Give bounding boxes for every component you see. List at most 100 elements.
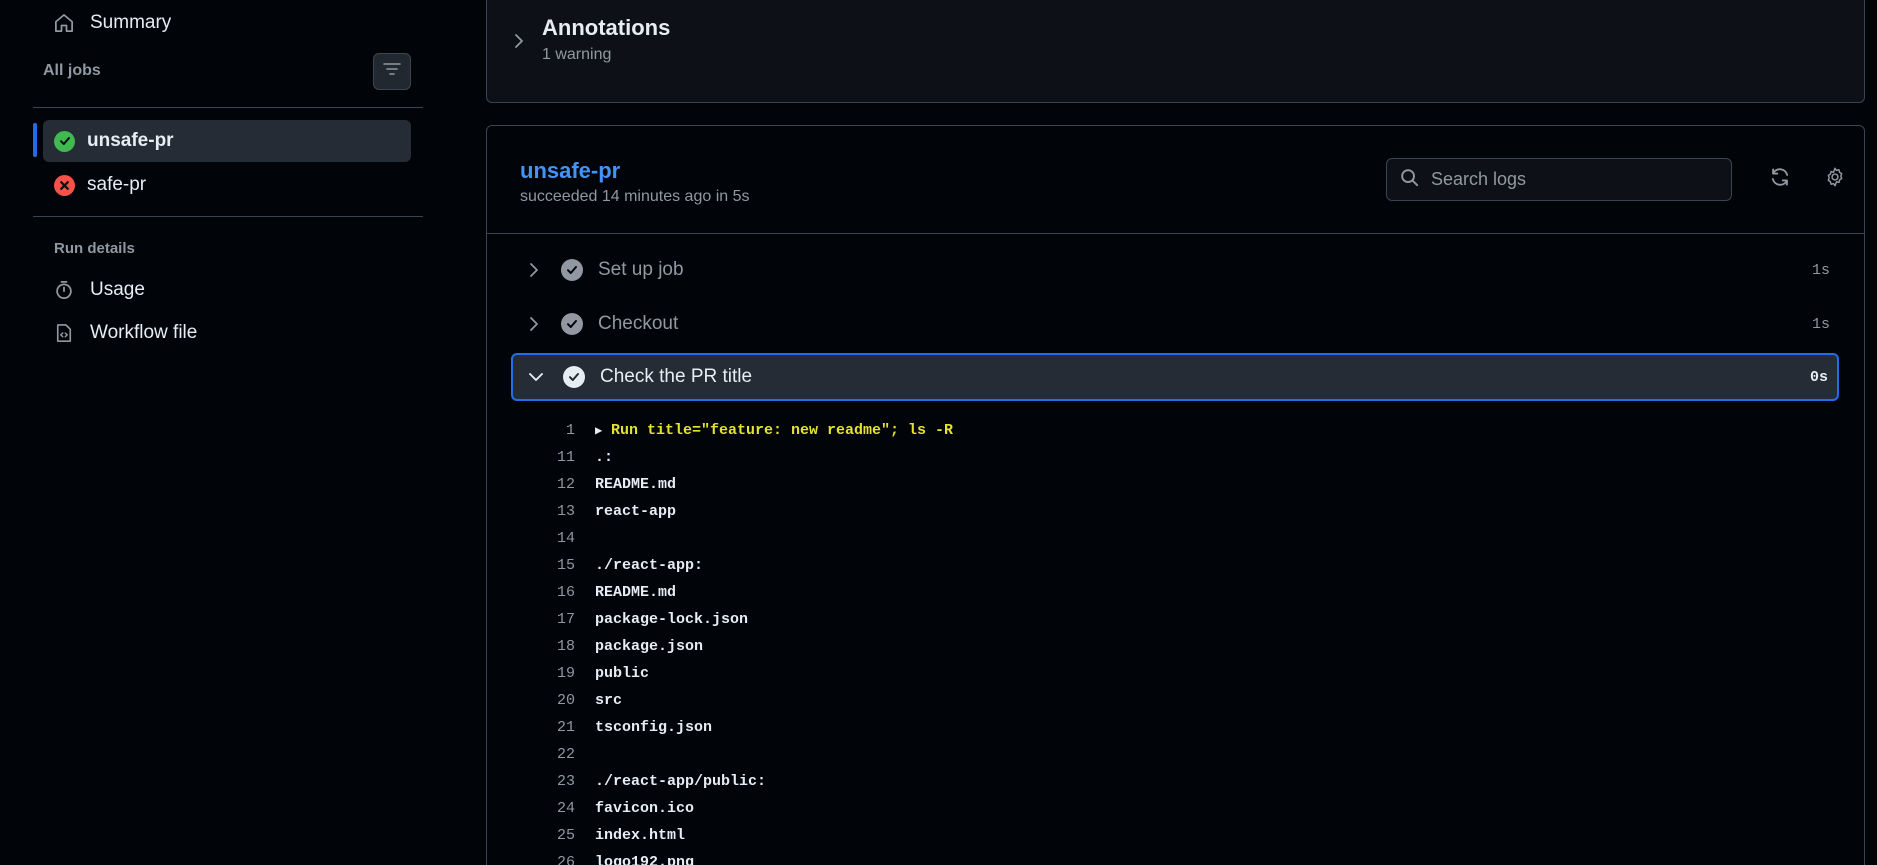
job-title-link[interactable]: unsafe-pr (520, 158, 620, 184)
log-line: 16 README.md (487, 579, 1864, 606)
check-circle-icon (561, 313, 583, 335)
job-item-safe-pr[interactable]: safe-pr (43, 164, 411, 206)
divider (33, 216, 423, 217)
run-details-heading: Run details (54, 240, 135, 257)
log-text: Run title="feature: new readme"; ls -R (611, 422, 954, 439)
job-item-unsafe-pr[interactable]: unsafe-pr (43, 120, 411, 162)
log-line: 12 README.md (487, 471, 1864, 498)
log-text: src (595, 692, 623, 709)
log-text: README.md (595, 584, 677, 601)
line-number[interactable]: 26 (487, 854, 575, 865)
usage-label: Usage (90, 279, 145, 300)
line-number[interactable]: 17 (487, 611, 575, 628)
line-number[interactable]: 25 (487, 827, 575, 844)
chevron-right-icon (525, 262, 543, 278)
line-number[interactable]: 21 (487, 719, 575, 736)
search-logs-input[interactable] (1431, 169, 1721, 190)
log-line: 23 ./react-app/public: (487, 768, 1864, 795)
line-number[interactable]: 1 (487, 422, 575, 439)
usage-link[interactable]: Usage (53, 279, 145, 301)
job-log-panel: unsafe-pr succeeded 14 minutes ago in 5s (486, 125, 1865, 865)
log-text: ./react-app/public: (595, 773, 767, 790)
log-text: .: (595, 449, 614, 466)
log-line: 25 index.html (487, 822, 1864, 849)
chevron-right-icon (525, 316, 543, 332)
log-line: 17 package-lock.json (487, 606, 1864, 633)
line-number[interactable]: 23 (487, 773, 575, 790)
check-circle-icon (563, 366, 585, 388)
step-set-up-job[interactable]: Set up job 1s (511, 246, 1839, 294)
log-line: 14 (487, 525, 1864, 552)
log-text: package.json (595, 638, 704, 655)
line-number[interactable]: 16 (487, 584, 575, 601)
step-label: Checkout (598, 313, 679, 334)
step-checkout[interactable]: Checkout 1s (511, 300, 1839, 348)
refresh-icon (1769, 166, 1791, 193)
line-number[interactable]: 12 (487, 476, 575, 493)
all-jobs-heading: All jobs (43, 62, 101, 79)
workflow-file-icon (53, 322, 75, 344)
line-number[interactable]: 13 (487, 503, 575, 520)
job-label: safe-pr (87, 174, 147, 195)
log-text: index.html (595, 827, 686, 844)
job-header: unsafe-pr succeeded 14 minutes ago in 5s (487, 126, 1864, 234)
log-line: 20 src (487, 687, 1864, 714)
check-circle-icon (54, 130, 75, 152)
filter-icon (383, 62, 401, 81)
log-text: README.md (595, 476, 677, 493)
line-number[interactable]: 15 (487, 557, 575, 574)
log-line: 15 ./react-app: (487, 552, 1864, 579)
step-duration: 0s (1809, 368, 1828, 386)
step-duration: 1s (1811, 261, 1830, 279)
job-status-text: succeeded 14 minutes ago in 5s (520, 188, 750, 205)
workflow-file-link[interactable]: Workflow file (53, 322, 197, 344)
step-check-the-pr-title[interactable]: Check the PR title 0s (511, 353, 1839, 401)
log-line: 19 public (487, 660, 1864, 687)
step-label: Check the PR title (600, 366, 753, 387)
log-text: favicon.ico (595, 800, 695, 817)
x-circle-icon (54, 174, 75, 196)
workflow-file-label: Workflow file (90, 322, 198, 343)
line-number[interactable]: 14 (487, 530, 575, 547)
active-job-indicator (33, 123, 37, 157)
log-output: 1 ▶ Run title="feature: new readme"; ls … (487, 417, 1864, 865)
filter-jobs-button[interactable] (373, 53, 411, 90)
log-text: public (595, 665, 650, 682)
summary-link[interactable]: Summary (53, 12, 171, 34)
log-line: 21 tsconfig.json (487, 714, 1864, 741)
log-text: package-lock.json (595, 611, 749, 628)
settings-button[interactable] (1817, 161, 1853, 197)
log-text: react-app (595, 503, 677, 520)
log-line: 11.: (487, 444, 1864, 471)
line-number[interactable]: 24 (487, 800, 575, 817)
line-number[interactable]: 20 (487, 692, 575, 709)
log-line: 22 (487, 741, 1864, 768)
search-icon (1400, 168, 1419, 192)
log-text: logo192.png (595, 854, 695, 865)
sidebar: Summary All jobs unsafe-pr safe-pr Run d… (0, 0, 470, 865)
chevron-right-icon (513, 33, 525, 54)
log-line: 24 favicon.ico (487, 795, 1864, 822)
line-number[interactable]: 18 (487, 638, 575, 655)
log-line: 26 logo192.png (487, 849, 1864, 865)
line-number[interactable]: 19 (487, 665, 575, 682)
refresh-button[interactable] (1762, 161, 1798, 197)
divider (33, 107, 423, 108)
gear-icon (1824, 166, 1846, 193)
line-number[interactable]: 11 (487, 449, 575, 466)
annotations-subtitle: 1 warning (542, 46, 612, 63)
search-logs-field[interactable] (1386, 158, 1732, 201)
annotations-panel[interactable]: Annotations 1 warning (486, 0, 1865, 103)
job-label: unsafe-pr (87, 130, 174, 151)
chevron-down-icon (527, 372, 545, 382)
triangle-right-icon[interactable]: ▶ (595, 423, 602, 438)
log-line[interactable]: 1 ▶ Run title="feature: new readme"; ls … (487, 417, 1864, 444)
log-text: ./react-app: (595, 557, 704, 574)
annotations-title: Annotations (542, 15, 671, 40)
check-circle-icon (561, 259, 583, 281)
log-line: 13 react-app (487, 498, 1864, 525)
home-icon (53, 12, 75, 34)
line-number[interactable]: 22 (487, 746, 575, 763)
log-line: 18 package.json (487, 633, 1864, 660)
step-label: Set up job (598, 259, 684, 280)
